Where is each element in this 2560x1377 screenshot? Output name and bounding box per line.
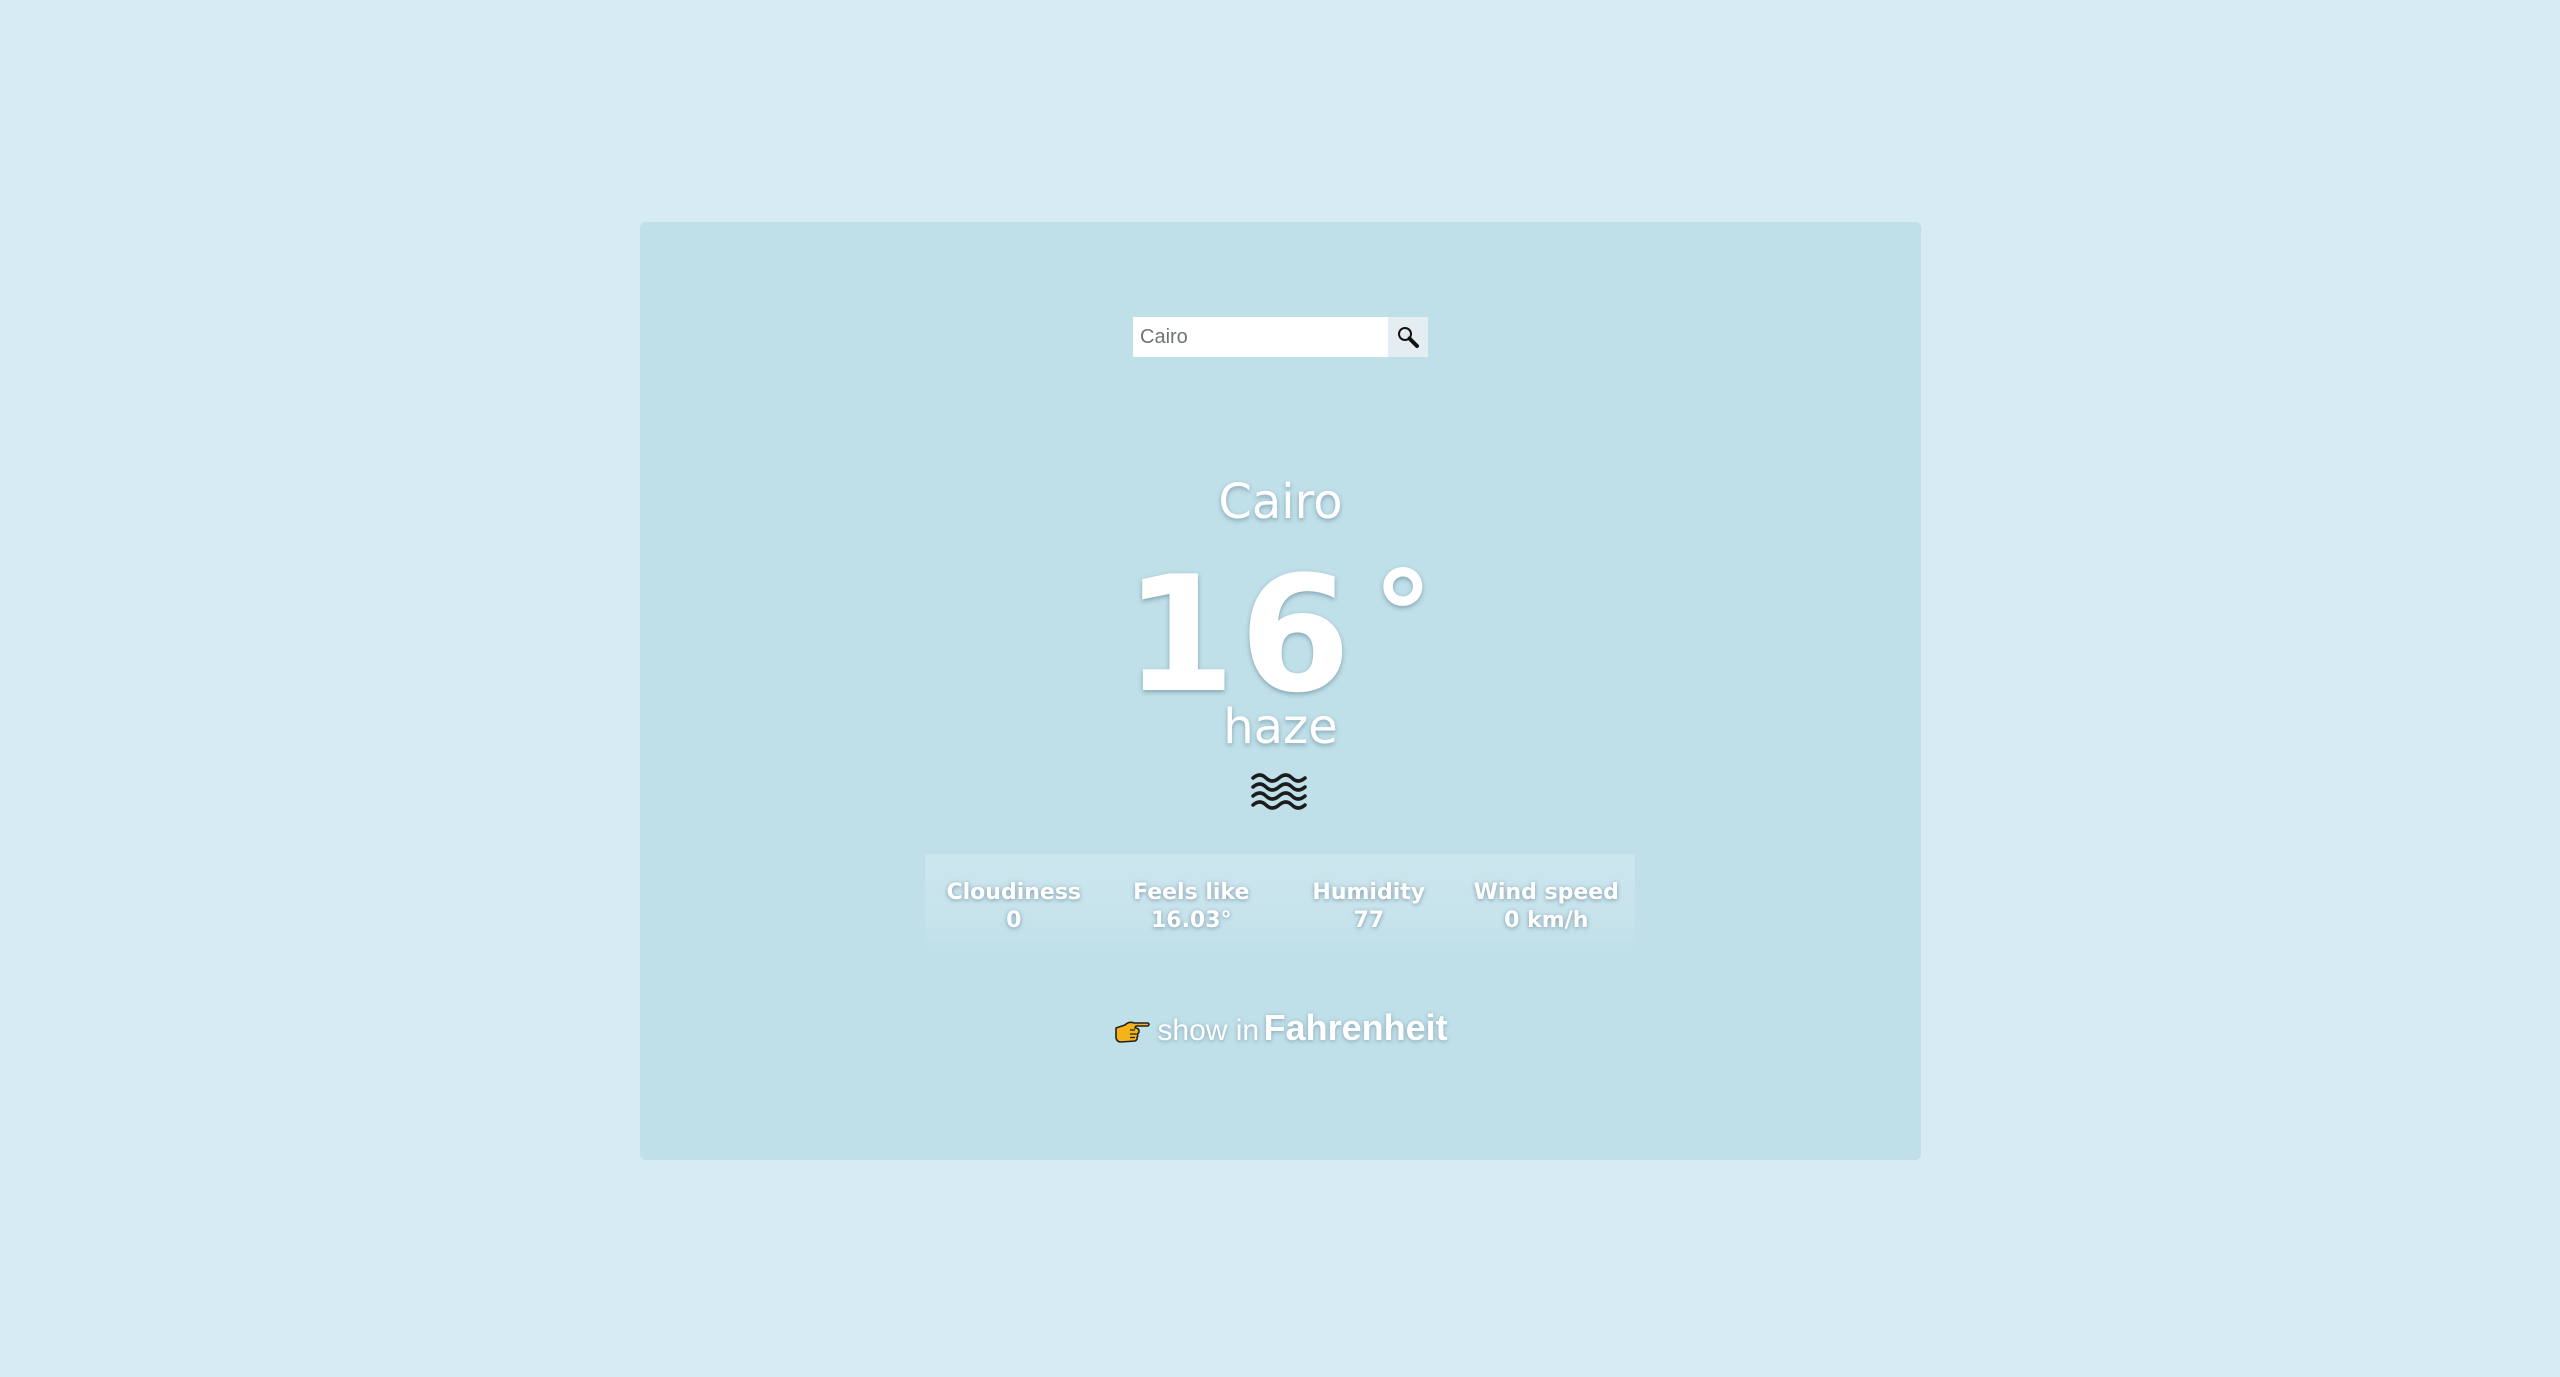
unit-toggle-prefix: show in (1157, 1014, 1260, 1047)
stat-humidity: Humidity 77 (1280, 854, 1458, 954)
search-bar (1133, 317, 1428, 357)
pointing-hand-icon (1115, 1021, 1151, 1043)
stat-label: Cloudiness (946, 880, 1082, 905)
stat-label: Feels like (1133, 880, 1250, 905)
search-button[interactable] (1388, 317, 1428, 357)
weather-condition: haze (1223, 699, 1338, 755)
stat-value: 0 km/h (1504, 908, 1589, 933)
haze-icon (1251, 773, 1307, 810)
stat-value: 77 (1353, 908, 1385, 933)
degree-symbol: ° (1372, 547, 1437, 686)
stat-label: Wind speed (1473, 880, 1619, 905)
stat-label: Humidity (1312, 880, 1426, 905)
unit-toggle: show in Fahrenheit (640, 1007, 1921, 1049)
stat-value: 0 (1006, 908, 1022, 933)
fahrenheit-toggle-link[interactable]: Fahrenheit (1264, 1007, 1448, 1048)
weather-card: Cairo 16° haze Cloudiness 0 Feels like 1… (640, 222, 1921, 1160)
stat-cloudiness: Cloudiness 0 (925, 854, 1103, 954)
stat-feels-like: Feels like 16.03° (1103, 854, 1281, 954)
stat-wind-speed: Wind speed 0 km/h (1458, 854, 1636, 954)
stat-value: 16.03° (1150, 908, 1232, 933)
weather-stats-panel: Cloudiness 0 Feels like 16.03° Humidity … (925, 854, 1635, 954)
magnifier-icon (1398, 327, 1419, 348)
city-search-input[interactable] (1133, 317, 1388, 357)
city-name: Cairo (1218, 474, 1343, 530)
